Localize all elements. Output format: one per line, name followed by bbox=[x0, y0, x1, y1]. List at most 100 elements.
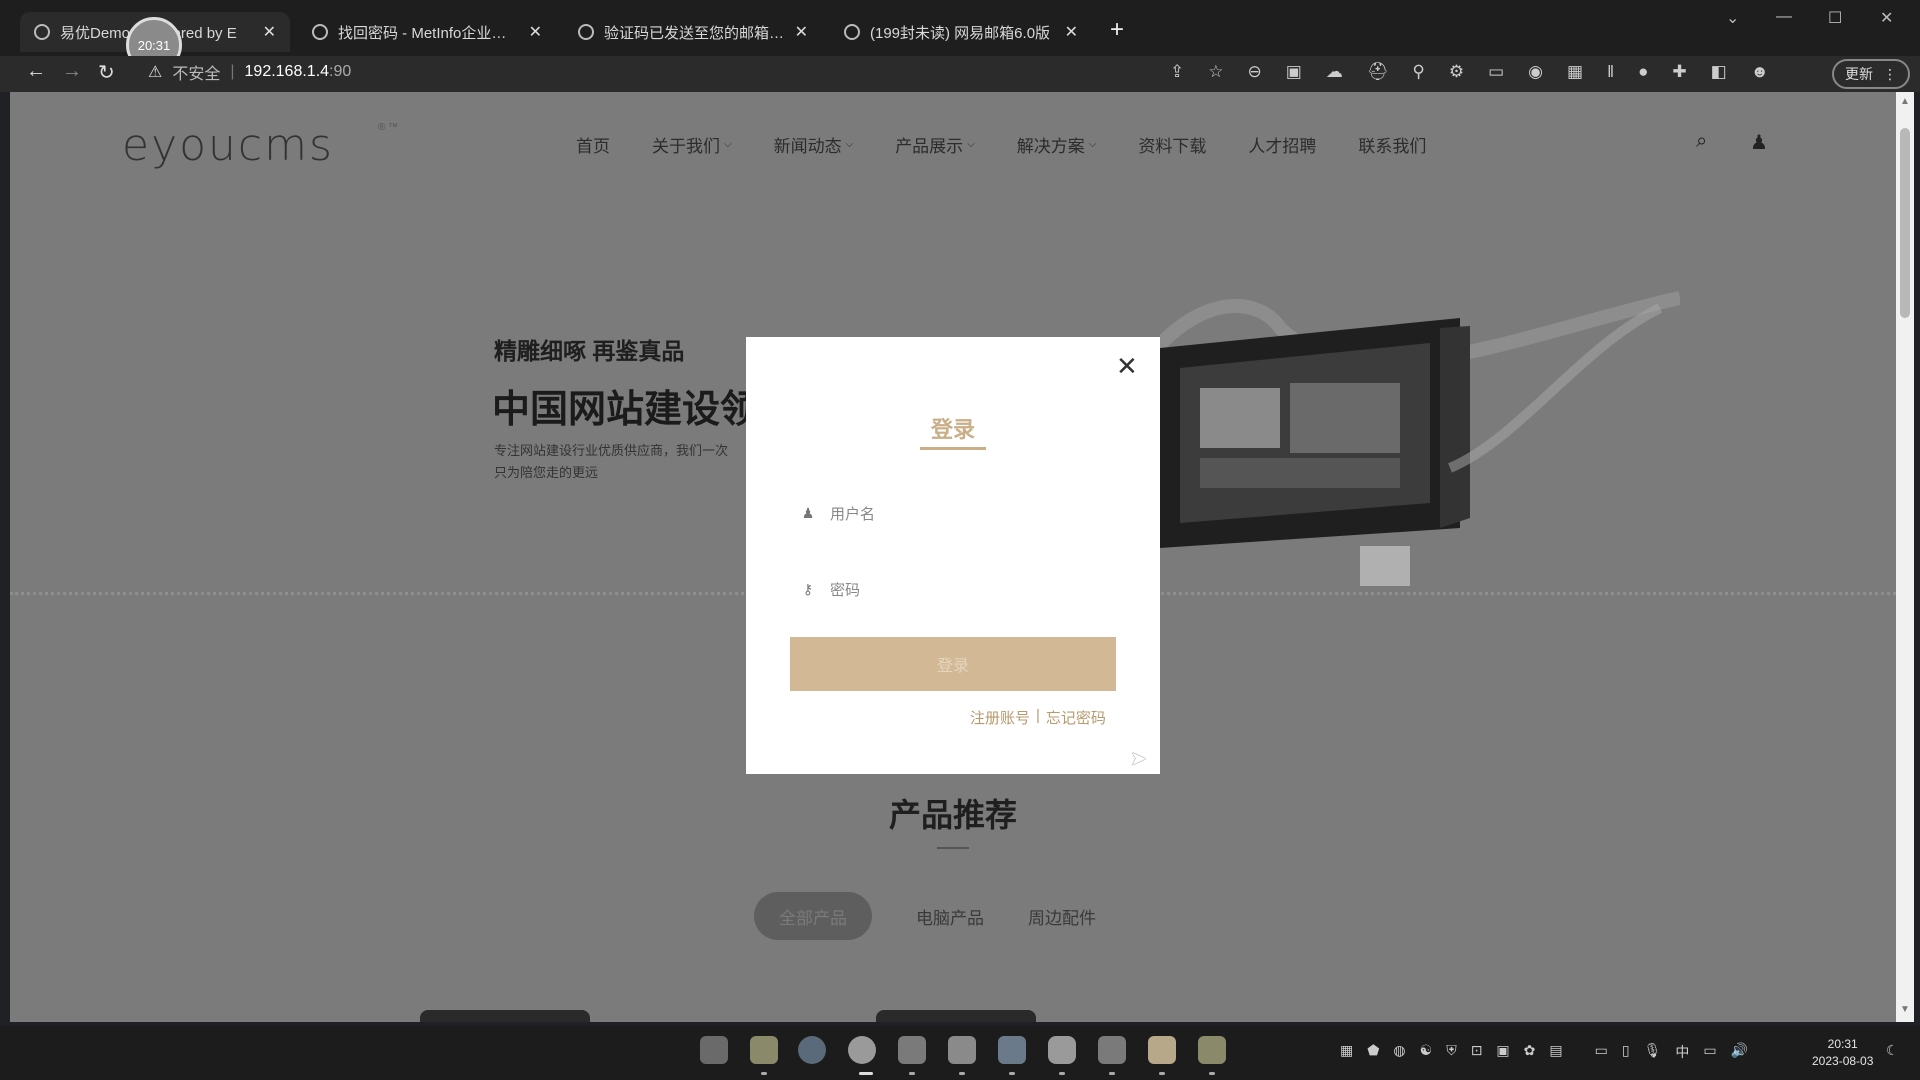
app-icon[interactable] bbox=[898, 1036, 926, 1064]
tray-shield-icon[interactable]: ⛨ bbox=[1446, 1042, 1457, 1062]
close-icon[interactable]: ✕ bbox=[795, 22, 808, 42]
username-field[interactable]: ♟ 用户名 bbox=[790, 489, 1116, 537]
close-icon[interactable]: ✕ bbox=[1065, 22, 1078, 42]
register-link[interactable]: 注册账号 bbox=[970, 707, 1030, 728]
tab-metinfo[interactable]: 找回密码 - MetInfo企业网站管理 ✕ bbox=[298, 12, 556, 52]
chrome-browser-icon[interactable] bbox=[848, 1036, 876, 1064]
zoom-out-icon[interactable]: ⊖ bbox=[1248, 62, 1262, 82]
more-menu-icon[interactable]: ⋮ bbox=[1883, 66, 1897, 83]
scroll-up-icon[interactable]: ▲ bbox=[1900, 96, 1910, 107]
extensions-puzzle-icon[interactable]: ✚ bbox=[1672, 62, 1686, 82]
eyoucms-favicon-icon bbox=[34, 24, 50, 40]
url-host: 192.168.1.4 bbox=[244, 63, 330, 80]
app-icon[interactable] bbox=[1048, 1036, 1076, 1064]
location-icon[interactable]: ⚲ bbox=[1412, 62, 1424, 82]
password-field[interactable]: ⚷ 密码 bbox=[790, 565, 1116, 613]
update-button[interactable]: 更新 ⋮ bbox=[1832, 59, 1910, 89]
network-icon[interactable]: ▭ bbox=[1703, 1042, 1716, 1062]
login-button[interactable]: 登录 bbox=[790, 637, 1116, 691]
cast-icon[interactable]: ▭ bbox=[1488, 62, 1504, 82]
photos-icon[interactable] bbox=[998, 1036, 1026, 1064]
address-bar[interactable]: ⚠ 不安全 | 192.168.1.4:90 bbox=[148, 60, 351, 84]
menu-item-contact[interactable]: 联系我们 bbox=[1358, 132, 1426, 157]
extension-dot-icon[interactable]: ● bbox=[1638, 62, 1648, 82]
search-icon[interactable]: ⌕ bbox=[1696, 130, 1707, 153]
profile-icon[interactable]: ☻ bbox=[1751, 62, 1769, 82]
volume-icon[interactable]: 🔊 bbox=[1731, 1042, 1748, 1062]
close-icon[interactable]: ✕ bbox=[529, 22, 542, 42]
edge-browser-icon[interactable] bbox=[798, 1036, 826, 1064]
menu-item-products[interactable]: 产品展示 ⌵ bbox=[895, 132, 975, 157]
extension-gear-icon[interactable]: ⚙ bbox=[1449, 62, 1464, 82]
tray-app-icon[interactable]: ⬟ bbox=[1367, 1042, 1379, 1062]
menu-item-about[interactable]: 关于我们 ⌵ bbox=[652, 132, 732, 157]
tray-app-icon[interactable]: ⊡ bbox=[1471, 1042, 1483, 1062]
tab-mail[interactable]: (199封未读) 网易邮箱6.0版 ✕ bbox=[830, 12, 1092, 52]
app-icon[interactable] bbox=[948, 1036, 976, 1064]
extension-cloud-icon[interactable]: ☁ bbox=[1326, 62, 1343, 82]
menu-item-news[interactable]: 新闻动态 ⌵ bbox=[774, 132, 854, 157]
app-running-indicator bbox=[1059, 1072, 1065, 1075]
extension-grid-icon[interactable]: ▦ bbox=[1567, 62, 1583, 82]
modal-links: 注册账号 | 忘记密码 bbox=[970, 707, 1106, 728]
reload-icon[interactable]: ↻ bbox=[98, 60, 115, 85]
extension-bars-icon[interactable]: ‖ bbox=[1607, 62, 1614, 82]
microphone-icon[interactable]: 🎙 bbox=[1644, 1042, 1662, 1062]
menu-item-downloads[interactable]: 资料下载 bbox=[1138, 132, 1206, 157]
notification-icon[interactable]: ☾ bbox=[1886, 1042, 1899, 1059]
tray-app-icon[interactable]: ☯ bbox=[1420, 1042, 1433, 1062]
forward-icon[interactable]: → bbox=[62, 60, 82, 83]
tab-title: 找回密码 - MetInfo企业网站管理 bbox=[338, 24, 519, 42]
extension-eye-icon[interactable]: ◉ bbox=[1528, 62, 1543, 82]
tray-app-icon[interactable]: ▤ bbox=[1549, 1042, 1562, 1062]
chevron-down-icon: ⌵ bbox=[967, 139, 975, 150]
back-icon[interactable]: ← bbox=[26, 60, 46, 83]
translate-icon[interactable]: ▣ bbox=[1286, 62, 1302, 82]
close-icon[interactable]: ✕ bbox=[1116, 351, 1138, 382]
menu-item-home[interactable]: 首页 bbox=[576, 132, 610, 157]
new-tab-button[interactable]: + bbox=[1110, 16, 1124, 44]
tray-app-icon[interactable]: ◍ bbox=[1393, 1042, 1405, 1062]
menu-item-solutions[interactable]: 解决方案 ⌵ bbox=[1017, 132, 1097, 157]
tray-app-icon[interactable]: ✿ bbox=[1524, 1042, 1536, 1062]
sidebar-icon[interactable]: ◧ bbox=[1711, 62, 1727, 82]
tab-computer-products[interactable]: 电脑产品 bbox=[916, 904, 984, 929]
window-close-icon[interactable]: ✕ bbox=[1880, 8, 1893, 28]
minimize-icon[interactable]: — bbox=[1776, 8, 1792, 26]
section-title-underline bbox=[937, 847, 969, 849]
scroll-down-icon[interactable]: ▼ bbox=[1900, 1004, 1910, 1015]
tab-all-products[interactable]: 全部产品 bbox=[754, 892, 872, 940]
extension-helmet-icon[interactable]: ⛑ bbox=[1367, 62, 1389, 82]
scrollbar-thumb[interactable] bbox=[1900, 128, 1910, 318]
tray-usb-icon[interactable]: ▯ bbox=[1622, 1042, 1630, 1062]
tray-app-icon[interactable]: ▣ bbox=[1496, 1042, 1509, 1062]
tab-accessories[interactable]: 周边配件 bbox=[1028, 904, 1096, 929]
tab-search-icon[interactable]: ⌄ bbox=[1726, 8, 1739, 28]
share-icon[interactable]: ⇪ bbox=[1170, 62, 1184, 82]
insecure-label: 不安全 bbox=[172, 66, 221, 83]
menu-item-careers[interactable]: 人才招聘 bbox=[1248, 132, 1316, 157]
menu-item-label: 新闻动态 bbox=[773, 137, 842, 156]
maximize-icon[interactable]: ☐ bbox=[1828, 8, 1842, 28]
user-icon[interactable]: ♟ bbox=[1750, 130, 1768, 155]
taskbar-clock[interactable]: 20:31 2023-08-03 bbox=[1812, 1036, 1873, 1070]
windows-start-icon[interactable] bbox=[700, 1036, 728, 1064]
page-scrollbar[interactable]: ▲ ▼ bbox=[1896, 92, 1914, 1022]
tray-app-icon[interactable]: ▦ bbox=[1340, 1042, 1353, 1062]
tray-monitor-icon[interactable]: ▭ bbox=[1595, 1042, 1608, 1062]
forgot-password-link[interactable]: 忘记密码 bbox=[1046, 707, 1106, 728]
bookmark-star-icon[interactable]: ☆ bbox=[1208, 62, 1223, 82]
product-card-top bbox=[876, 1010, 1036, 1022]
app-running-indicator bbox=[1009, 1072, 1015, 1075]
close-icon[interactable]: ✕ bbox=[263, 22, 276, 42]
app-icon[interactable] bbox=[1198, 1036, 1226, 1064]
key-icon: ⚷ bbox=[802, 580, 814, 597]
site-logo[interactable]: eyoucms bbox=[122, 120, 334, 171]
ime-indicator[interactable]: 中 bbox=[1675, 1042, 1689, 1062]
file-explorer-icon[interactable] bbox=[750, 1036, 778, 1064]
notes-app-icon[interactable] bbox=[1148, 1036, 1176, 1064]
user-icon: ♟ bbox=[801, 504, 815, 521]
tab-verify-code[interactable]: 验证码已发送至您的邮箱，请登 ✕ bbox=[564, 12, 822, 52]
section-title: 产品推荐 bbox=[888, 797, 1017, 833]
app-icon[interactable] bbox=[1098, 1036, 1126, 1064]
